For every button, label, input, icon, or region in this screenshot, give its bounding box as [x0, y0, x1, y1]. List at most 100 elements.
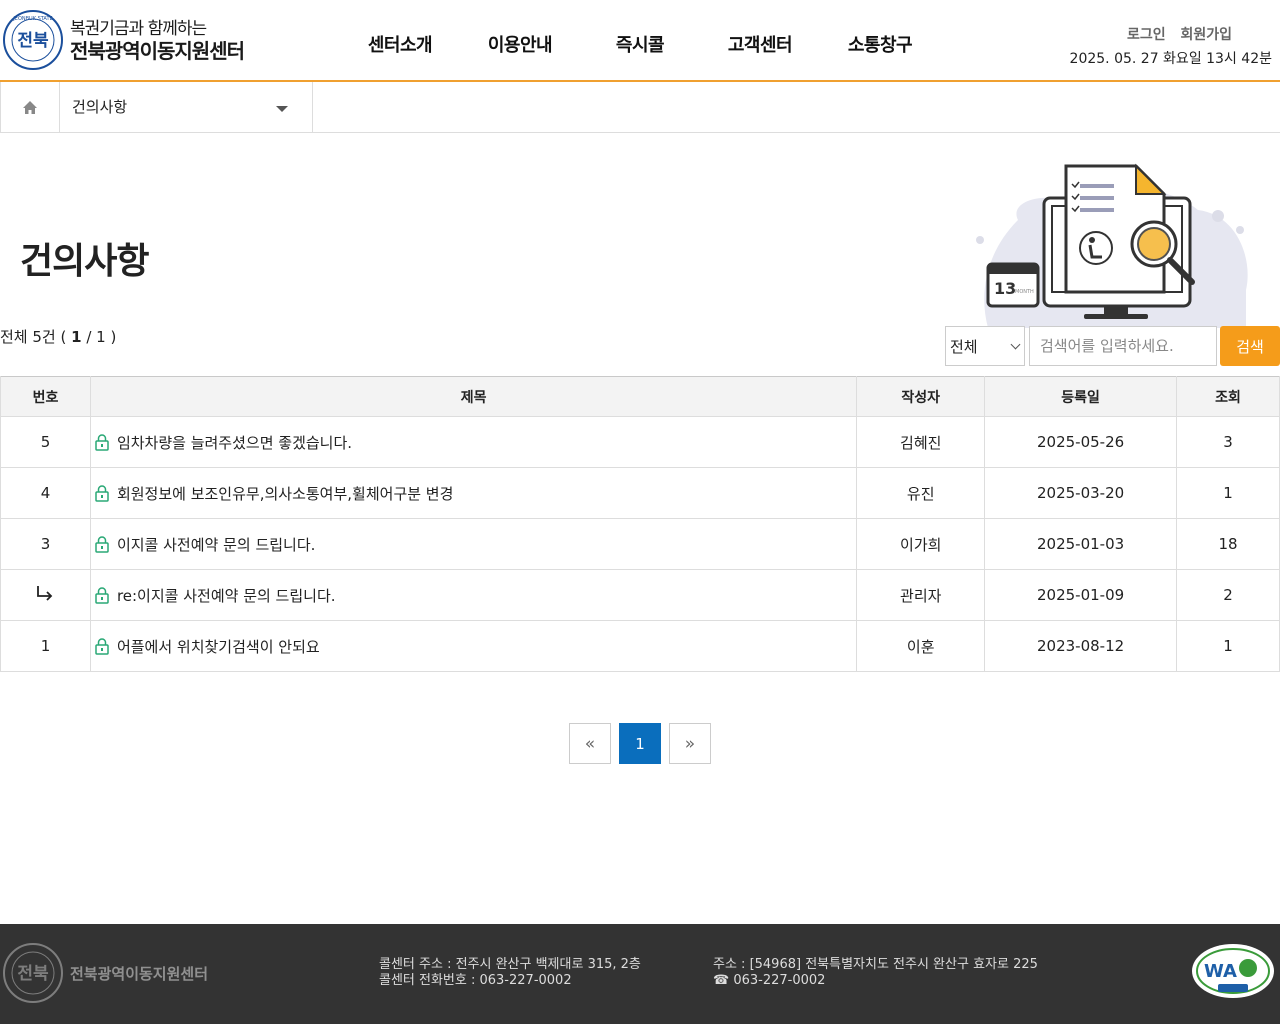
location-dropdown[interactable]: 건의사항 [60, 82, 313, 133]
table-row[interactable]: 4 회원정보에 보조인유무,의사소통여부,휠체어구분 변경 유진 2025-03… [0, 467, 1280, 519]
main-nav: 센터소개 이용안내 즉시콜 고객센터 소통창구 [340, 31, 940, 57]
post-count-suffix: / 1 ) [81, 328, 117, 346]
row-date: 2025-01-09 [984, 569, 1177, 621]
svg-text:전북: 전북 [17, 31, 49, 51]
post-count-prefix: 전체 5건 ( [0, 328, 72, 346]
search-scope-select[interactable]: 전체 [945, 326, 1025, 366]
row-title-cell[interactable]: 임차차량을 늘려주셨으면 좋겠습니다. [89, 416, 857, 468]
nav-usage-guide[interactable]: 이용안내 [460, 31, 580, 57]
row-number: 3 [0, 518, 91, 570]
caret-down-icon [276, 106, 288, 112]
jeonbuk-seal-icon: 전북 [3, 943, 63, 1003]
row-date: 2025-05-26 [984, 416, 1177, 468]
chevron-down-icon [1010, 339, 1021, 350]
row-views: 1 [1176, 467, 1280, 519]
page-title: 건의사항 [20, 241, 149, 282]
row-date: 2023-08-12 [984, 620, 1177, 672]
search-input[interactable] [1029, 326, 1217, 366]
location-bar: 건의사항 [0, 82, 1280, 133]
search-button[interactable]: 검색 [1220, 326, 1280, 366]
login-link[interactable]: 로그인 [1127, 27, 1166, 43]
table-row[interactable]: 5 임차차량을 늘려주셨으면 좋겠습니다. 김혜진 2025-05-26 3 [0, 416, 1280, 468]
nav-customer-center[interactable]: 고객센터 [700, 31, 820, 57]
row-date: 2025-03-20 [984, 467, 1177, 519]
footer-address: 주소 : [54968] 전북특별자치도 전주시 완산구 효자로 225 [713, 957, 1038, 972]
row-author: 관리자 [856, 569, 985, 621]
row-title-cell[interactable]: 이지콜 사전예약 문의 드립니다. [89, 518, 857, 570]
lock-icon [95, 586, 109, 604]
col-header-author: 작성자 [856, 376, 985, 417]
svg-text:MONTH: MONTH [1015, 289, 1034, 295]
nav-communication[interactable]: 소통창구 [820, 31, 940, 57]
table-row-reply[interactable]: re:이지콜 사전예약 문의 드립니다. 관리자 2025-01-09 2 [0, 569, 1280, 621]
row-views: 3 [1176, 416, 1280, 468]
footer-phone: ☎ 063-227-0002 [713, 973, 826, 988]
pagination: « 1 » [569, 723, 711, 764]
logo-title: 전북광역이동지원센터 [70, 39, 245, 63]
row-date: 2025-01-03 [984, 518, 1177, 570]
site-footer: 전북 전북광역이동지원센터 콜센터 주소 : 전주시 완산구 백제대로 315,… [0, 924, 1280, 1024]
search-scope-value: 전체 [950, 338, 978, 356]
row-views: 2 [1176, 569, 1280, 621]
lock-icon [95, 637, 109, 655]
row-title-cell[interactable]: 회원정보에 보조인유무,의사소통여부,휠체어구분 변경 [89, 467, 857, 519]
footer-site-name: 전북광역이동지원센터 [70, 964, 209, 983]
table-row[interactable]: 3 이지콜 사전예약 문의 드립니다. 이가희 2025-01-03 18 [0, 518, 1280, 570]
post-count: 전체 5건 ( 1 / 1 ) [0, 326, 116, 347]
current-datetime: 2025. 05. 27 화요일 13시 42분 [1069, 51, 1272, 67]
row-title: re:이지콜 사전예약 문의 드립니다. [116, 586, 336, 605]
home-button[interactable] [0, 82, 60, 133]
row-author: 유진 [856, 467, 985, 519]
logo-subtitle: 복권기금과 함께하는 [70, 19, 207, 39]
home-icon [23, 101, 37, 114]
lock-icon [95, 484, 109, 502]
page-1-button[interactable]: 1 [619, 723, 661, 764]
post-count-page: 1 [71, 328, 82, 346]
nav-center-intro[interactable]: 센터소개 [340, 31, 460, 57]
row-title-cell[interactable]: re:이지콜 사전예약 문의 드립니다. [89, 569, 857, 621]
row-author: 이가희 [856, 518, 985, 570]
svg-text:13: 13 [994, 279, 1016, 298]
lock-icon [95, 433, 109, 451]
col-header-views: 조회 [1176, 376, 1280, 417]
table-row[interactable]: 1 어플에서 위치찾기검색이 안되요 이훈 2023-08-12 1 [0, 620, 1280, 672]
row-author: 이훈 [856, 620, 985, 672]
last-page-button[interactable]: » [669, 723, 711, 764]
first-page-button[interactable]: « [569, 723, 611, 764]
site-logo[interactable]: 전북 JEONBUK STATE 복권기금과 함께하는 전북광역이동지원센터 [2, 9, 245, 71]
footer-callcenter: 콜센터 주소 : 전주시 완산구 백제대로 315, 2층 콜센터 전화번호 :… [379, 957, 641, 989]
footer-callcenter-phone: 콜센터 전화번호 : 063-227-0002 [379, 973, 572, 988]
row-number: 1 [0, 620, 91, 672]
suggestion-board-table: 번호 제목 작성자 등록일 조회 5 임차차량을 늘려주셨으면 좋겠습니다. 김… [0, 376, 1280, 672]
svg-text:전북: 전북 [17, 964, 49, 984]
row-views: 1 [1176, 620, 1280, 672]
nav-instant-call[interactable]: 즉시콜 [580, 31, 700, 57]
footer-office: 주소 : [54968] 전북특별자치도 전주시 완산구 효자로 225 ☎ 0… [713, 957, 1038, 989]
row-number [0, 569, 91, 621]
col-header-number: 번호 [0, 376, 91, 417]
util-links: 로그인 회원가입 [1117, 24, 1232, 44]
row-views: 18 [1176, 518, 1280, 570]
table-header-row: 번호 제목 작성자 등록일 조회 [0, 376, 1280, 417]
row-number: 4 [0, 467, 91, 519]
row-title: 회원정보에 보조인유무,의사소통여부,휠체어구분 변경 [116, 484, 454, 503]
jeonbuk-seal-icon: 전북 JEONBUK STATE [3, 10, 63, 70]
col-header-title: 제목 [89, 376, 857, 417]
footer-callcenter-address: 콜센터 주소 : 전주시 완산구 백제대로 315, 2층 [379, 957, 641, 972]
row-title: 어플에서 위치찾기검색이 안되요 [116, 637, 320, 656]
row-author: 김혜진 [856, 416, 985, 468]
row-title: 임차차량을 늘려주셨으면 좋겠습니다. [116, 433, 353, 452]
row-title-cell[interactable]: 어플에서 위치찾기검색이 안되요 [89, 620, 857, 672]
row-number: 5 [0, 416, 91, 468]
web-accessibility-mark-icon[interactable]: WA [1190, 942, 1276, 1000]
lock-icon [95, 535, 109, 553]
svg-text:JEONBUK STATE: JEONBUK STATE [12, 16, 52, 22]
suggestion-illustration-icon: 13 MONTH [976, 163, 1248, 328]
footer-logo: 전북 전북광역이동지원센터 [2, 942, 208, 1004]
site-header: 전북 JEONBUK STATE 복권기금과 함께하는 전북광역이동지원센터 센… [0, 0, 1280, 82]
signup-link[interactable]: 회원가입 [1180, 27, 1232, 43]
location-current: 건의사항 [72, 98, 128, 116]
svg-text:WA: WA [1204, 961, 1237, 982]
col-header-date: 등록일 [984, 376, 1177, 417]
reply-arrow-icon [37, 586, 53, 601]
